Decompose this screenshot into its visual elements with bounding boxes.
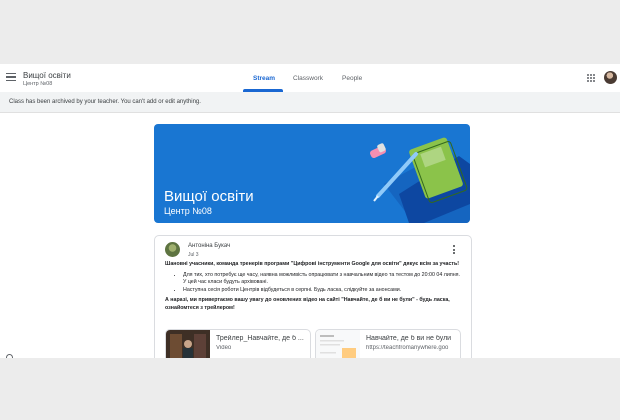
post-bullet: Для тих, хто потребує ще часу, наявна мо… [183, 272, 461, 287]
archived-notice-bar: Class has been archived by your teacher.… [0, 92, 620, 113]
author-avatar [165, 242, 180, 257]
attachment-link[interactable]: Навчайте, де б ви не були https://teachf… [315, 329, 461, 358]
class-section: Центр №08 [23, 81, 53, 87]
post-author: Антоніна Букач [188, 243, 231, 249]
post-body: Шановні учасники, команда тренерів прогр… [165, 261, 461, 316]
top-app-bar: Вищої освіти Центр №08 Stream Classwork … [0, 64, 620, 93]
settings-gear-icon[interactable] [6, 354, 13, 358]
attachment-video[interactable]: Трейлер_Навчайте, де б ... Video [165, 329, 311, 358]
banner-illustration [370, 137, 470, 223]
post-intro: Шановні учасники, команда тренерів прогр… [165, 261, 460, 267]
google-apps-icon[interactable] [587, 74, 595, 82]
class-banner: Вищої освіти Центр №08 [154, 124, 470, 223]
link-thumbnail [316, 330, 360, 358]
archived-notice-text: Class has been archived by your teacher.… [9, 99, 201, 105]
video-thumbnail [166, 330, 210, 358]
post-closing: А наразі, ми привертаємо вашу увагу до о… [165, 297, 450, 311]
banner-subtitle: Центр №08 [164, 206, 212, 216]
post-date: Jul 3 [188, 252, 199, 258]
attachment-type: Video [216, 345, 232, 351]
post-bullet: Наступна сесія роботи Центрів відбудетьс… [183, 287, 461, 295]
more-options-icon[interactable] [453, 245, 456, 256]
tab-classwork[interactable]: Classwork [293, 75, 323, 82]
attachment-url: https://teachfromanywhere.goo [366, 345, 449, 351]
tab-people[interactable]: People [342, 75, 362, 82]
classroom-window: Вищої освіти Центр №08 Stream Classwork … [0, 64, 620, 358]
banner-title: Вищої освіти [164, 188, 254, 205]
announcement-card: Антоніна Букач Jul 3 Шановні учасники, к… [154, 235, 472, 358]
tab-stream[interactable]: Stream [253, 75, 275, 82]
class-title[interactable]: Вищої освіти [23, 71, 71, 80]
attachment-title: Трейлер_Навчайте, де б ... [216, 335, 304, 342]
account-avatar[interactable] [604, 71, 617, 84]
attachment-title: Навчайте, де б ви не були [366, 335, 452, 342]
hamburger-menu-icon[interactable] [6, 73, 16, 81]
